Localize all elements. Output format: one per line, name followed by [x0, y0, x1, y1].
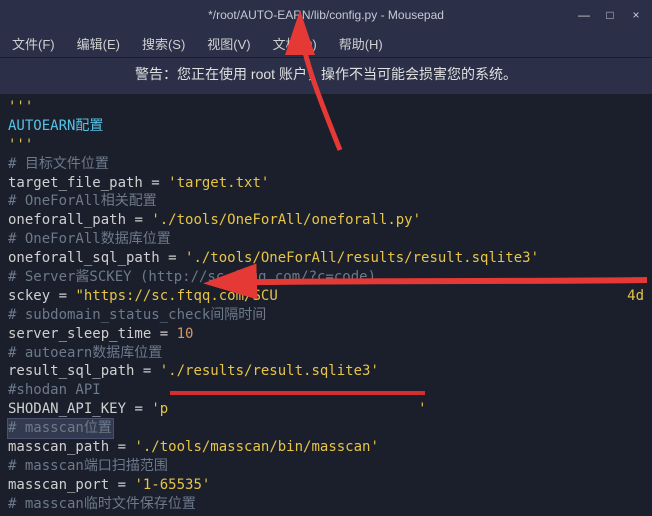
- code-comment: #shodan API: [8, 382, 101, 398]
- code-var: masscan_port: [8, 477, 109, 493]
- code-var: sckey: [8, 288, 50, 304]
- code-op: =: [109, 477, 134, 493]
- code-op: =: [134, 363, 159, 379]
- code-comment: # OneForAll数据库位置: [8, 231, 171, 247]
- code-editor[interactable]: ''' AUTOEARN配置 ''' # 目标文件位置 target_file_path…: [0, 94, 652, 516]
- code-var: target_file_path: [8, 175, 143, 191]
- code-string: 'target.txt': [168, 175, 269, 191]
- code-var: SHODAN_API_KEY: [8, 401, 126, 417]
- code-string: '1-65535': [134, 477, 210, 493]
- menu-file[interactable]: 文件(F): [8, 32, 59, 55]
- code-string: './results/result.sqlite3': [160, 363, 379, 379]
- menubar: 文件(F) 编辑(E) 搜索(S) 视图(V) 文档(D) 帮助(H): [0, 30, 652, 58]
- code-op: =: [143, 175, 168, 191]
- code-op: =: [109, 439, 134, 455]
- editor-window: */root/AUTO-EARN/lib/config.py - Mousepa…: [0, 0, 652, 516]
- code-op: =: [126, 212, 151, 228]
- code-comment: # masscan端口扫描范围: [8, 458, 168, 474]
- code-op: =: [126, 401, 151, 417]
- menu-document[interactable]: 文档(D): [269, 32, 321, 55]
- close-button[interactable]: ×: [630, 9, 642, 21]
- menu-edit[interactable]: 编辑(E): [73, 32, 124, 55]
- code-op: =: [151, 326, 176, 342]
- code-op: =: [50, 288, 75, 304]
- code-comment: # OneForAll相关配置: [8, 193, 157, 209]
- maximize-button[interactable]: □: [604, 9, 616, 21]
- code-string: './tools/masscan/bin/masscan': [134, 439, 378, 455]
- code-string: './tools/OneForAll/oneforall.py': [151, 212, 421, 228]
- minimize-button[interactable]: —: [578, 9, 590, 21]
- code-string: "https://sc.ftqq.com/SCU: [75, 288, 277, 304]
- code-var: server_sleep_time: [8, 326, 151, 342]
- code-comment: # Server酱SCKEY (http://sc.ftqq.com/?c=co…: [8, 269, 376, 285]
- code-comment: # masscan临时文件保存位置: [8, 496, 196, 512]
- code-var: oneforall_sql_path: [8, 250, 160, 266]
- code-var: masscan_path: [8, 439, 109, 455]
- menu-view[interactable]: 视图(V): [203, 32, 254, 55]
- code-string: ': [418, 401, 426, 417]
- code-comment: # masscan位置: [8, 420, 112, 436]
- menu-help[interactable]: 帮助(H): [335, 32, 387, 55]
- code-string: './tools/OneForAll/results/result.sqlite…: [185, 250, 539, 266]
- code-string: 4d: [627, 287, 644, 306]
- root-warning: 警告：您正在使用 root 账户，操作不当可能会损害您的系统。: [0, 58, 652, 94]
- menu-search[interactable]: 搜索(S): [138, 32, 189, 55]
- code-string: 'p: [151, 401, 168, 417]
- code-number: 10: [177, 326, 194, 342]
- window-title: */root/AUTO-EARN/lib/config.py - Mousepa…: [8, 8, 644, 22]
- titlebar[interactable]: */root/AUTO-EARN/lib/config.py - Mousepa…: [0, 0, 652, 30]
- code-text: AUTOEARN配置: [8, 118, 103, 134]
- code-comment: # autoearn数据库位置: [8, 345, 162, 361]
- code-text: ''': [8, 99, 33, 115]
- code-op: =: [160, 250, 185, 266]
- window-controls: — □ ×: [578, 9, 642, 21]
- code-var: result_sql_path: [8, 363, 134, 379]
- code-text: ''': [8, 137, 33, 153]
- code-comment: # subdomain_status_check间隔时间: [8, 307, 266, 323]
- code-var: oneforall_path: [8, 212, 126, 228]
- code-comment: # 目标文件位置: [8, 156, 109, 172]
